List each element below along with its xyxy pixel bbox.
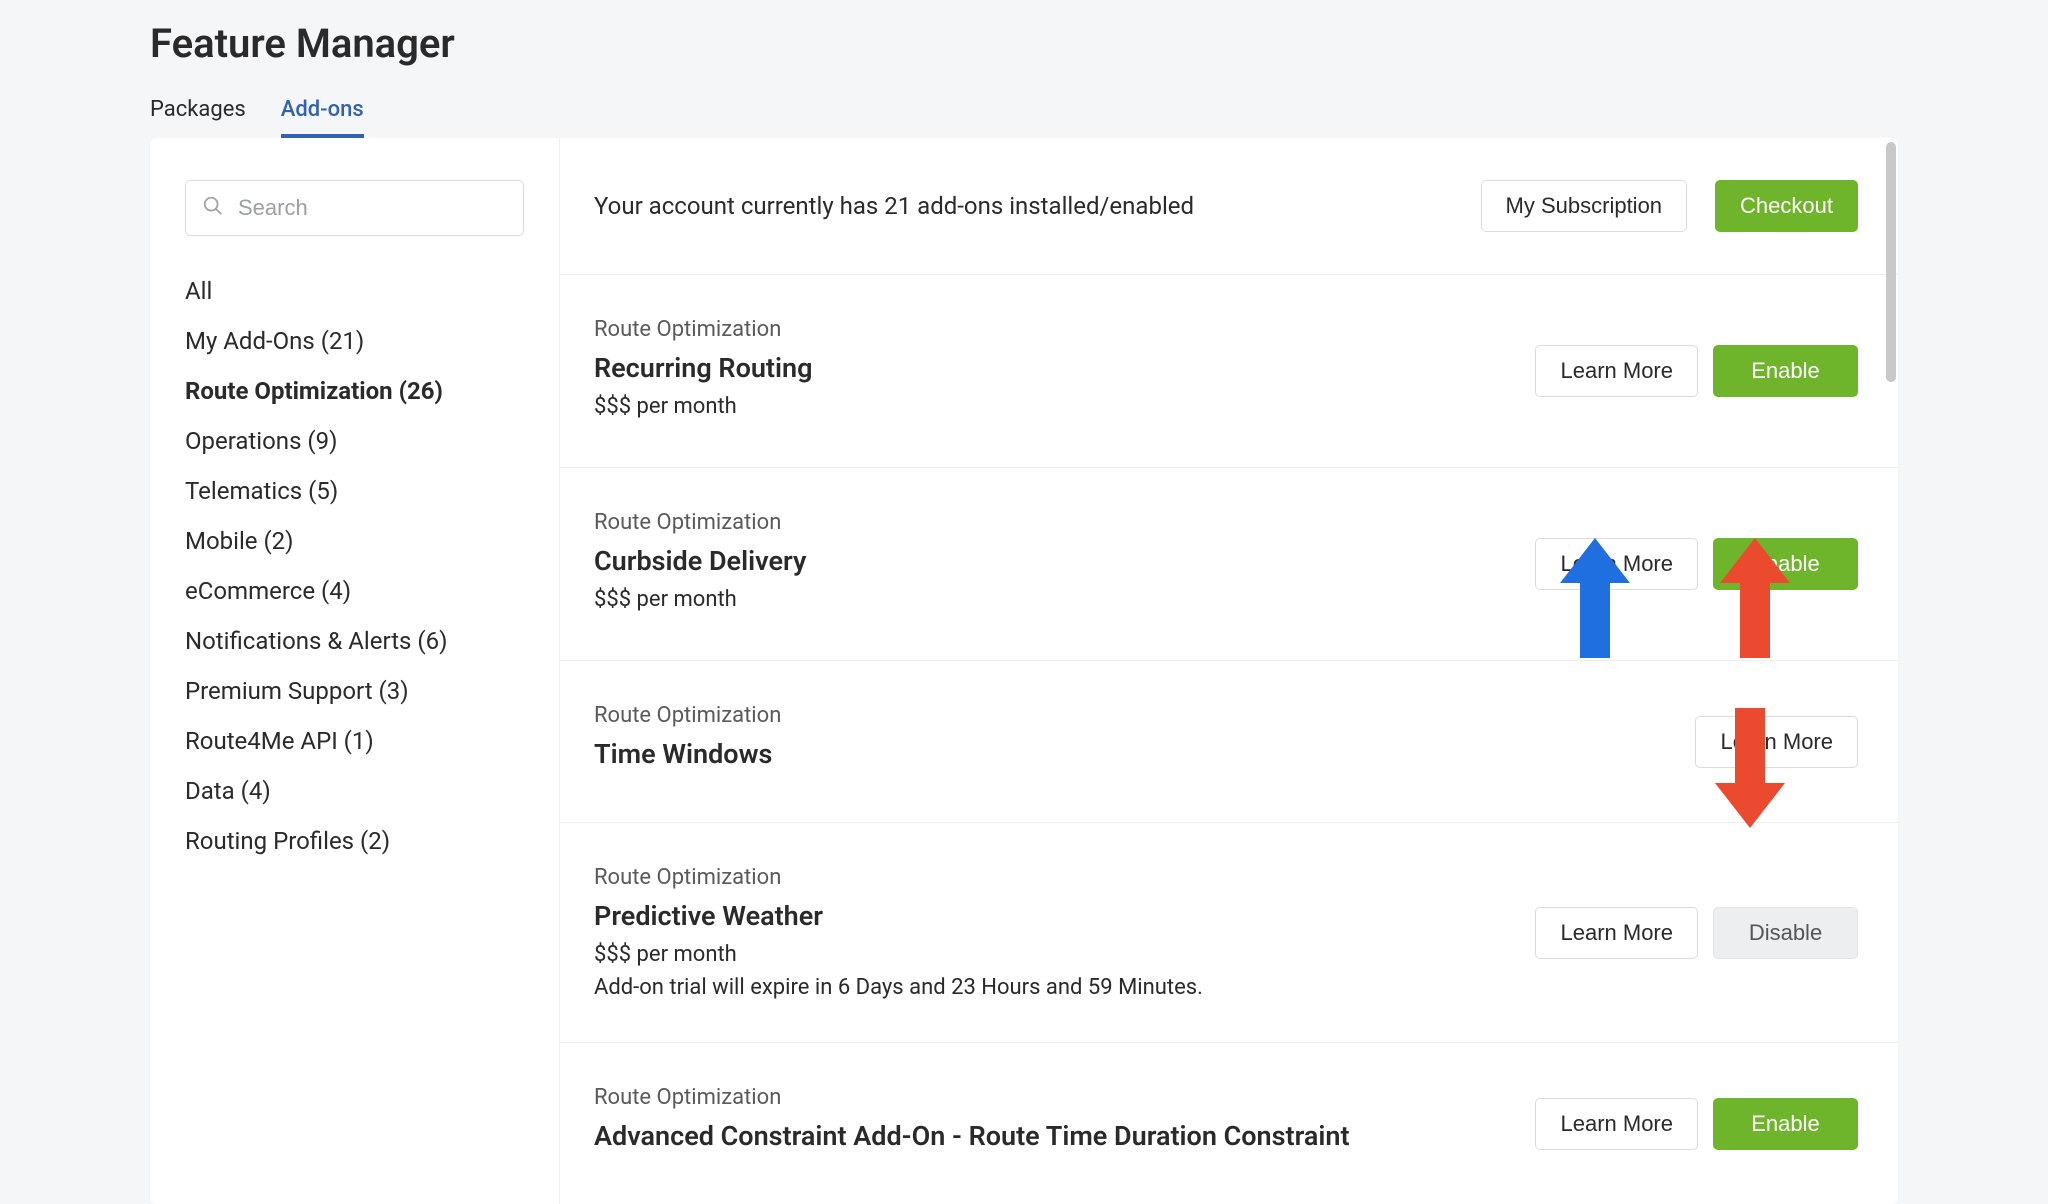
addon-row: Route Optimization Curbside Delivery $$$… (560, 468, 1898, 661)
cat-routing-profiles[interactable]: Routing Profiles (2) (185, 816, 524, 866)
learn-more-button[interactable]: Learn More (1535, 1098, 1698, 1150)
addon-row: Route Optimization Advanced Constraint A… (560, 1043, 1898, 1204)
addon-row: Route Optimization Time Windows Learn Mo… (560, 661, 1898, 823)
disable-button[interactable]: Disable (1713, 907, 1858, 959)
cat-telematics[interactable]: Telematics (5) (185, 466, 524, 516)
page-title: Feature Manager (150, 20, 1898, 67)
tabs: Packages Add-ons (150, 97, 1898, 138)
addon-row: Route Optimization Predictive Weather $$… (560, 823, 1898, 1043)
main-panel: All My Add-Ons (21) Route Optimization (… (150, 138, 1898, 1204)
sidebar: All My Add-Ons (21) Route Optimization (… (150, 138, 560, 1204)
cat-mobile[interactable]: Mobile (2) (185, 516, 524, 566)
addon-title: Curbside Delivery (594, 545, 1505, 577)
category-list: All My Add-Ons (21) Route Optimization (… (185, 266, 524, 866)
addon-title: Advanced Constraint Add-On - Route Time … (594, 1120, 1505, 1152)
addon-category: Route Optimization (594, 510, 1505, 535)
cat-ecommerce[interactable]: eCommerce (4) (185, 566, 524, 616)
cat-notifications[interactable]: Notifications & Alerts (6) (185, 616, 524, 666)
tab-packages[interactable]: Packages (150, 97, 246, 138)
addon-title: Predictive Weather (594, 900, 1505, 932)
annotation-arrow-blue-up-icon (1560, 538, 1630, 658)
cat-all[interactable]: All (185, 266, 524, 316)
learn-more-button[interactable]: Learn More (1535, 345, 1698, 397)
addon-title: Time Windows (594, 738, 1665, 770)
annotation-arrow-red-up-icon (1720, 538, 1790, 658)
checkout-button[interactable]: Checkout (1715, 180, 1858, 232)
addon-category: Route Optimization (594, 865, 1505, 890)
addon-price: $$$ per month (594, 942, 1505, 967)
addon-price: $$$ per month (594, 394, 1505, 419)
cat-route-optimization[interactable]: Route Optimization (26) (185, 366, 524, 416)
cat-premium-support[interactable]: Premium Support (3) (185, 666, 524, 716)
addon-title: Recurring Routing (594, 352, 1505, 384)
my-subscription-button[interactable]: My Subscription (1481, 180, 1688, 232)
addon-count-message: Your account currently has 21 add-ons in… (594, 192, 1194, 220)
search-wrap[interactable] (185, 180, 524, 236)
addon-row: Route Optimization Recurring Routing $$$… (560, 275, 1898, 468)
topbar: Your account currently has 21 add-ons in… (560, 138, 1898, 275)
scrollbar[interactable] (1886, 142, 1896, 382)
cat-my-addons[interactable]: My Add-Ons (21) (185, 316, 524, 366)
cat-data[interactable]: Data (4) (185, 766, 524, 816)
cat-operations[interactable]: Operations (9) (185, 416, 524, 466)
enable-button[interactable]: Enable (1713, 345, 1858, 397)
addon-category: Route Optimization (594, 1085, 1505, 1110)
tab-addons[interactable]: Add-ons (281, 97, 364, 138)
main-content: Your account currently has 21 add-ons in… (560, 138, 1898, 1204)
search-input[interactable] (238, 195, 507, 221)
cat-api[interactable]: Route4Me API (1) (185, 716, 524, 766)
addon-trial-note: Add-on trial will expire in 6 Days and 2… (594, 975, 1505, 1000)
addon-category: Route Optimization (594, 317, 1505, 342)
addon-category: Route Optimization (594, 703, 1665, 728)
enable-button[interactable]: Enable (1713, 1098, 1858, 1150)
search-icon (202, 195, 224, 221)
addon-price: $$$ per month (594, 587, 1505, 612)
learn-more-button[interactable]: Learn More (1535, 907, 1698, 959)
annotation-arrow-red-down-icon (1715, 708, 1785, 828)
